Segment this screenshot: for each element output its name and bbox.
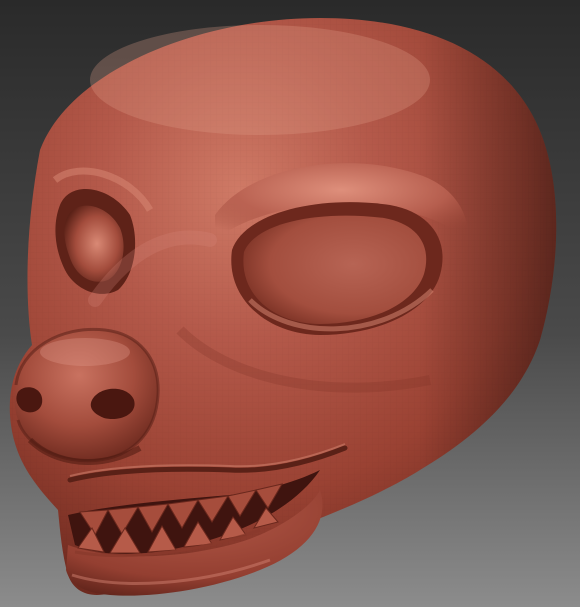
sculpt-viewport [0,0,580,607]
sculpt-render [0,0,580,607]
top-highlight [90,25,430,135]
nose-highlight [40,338,130,366]
